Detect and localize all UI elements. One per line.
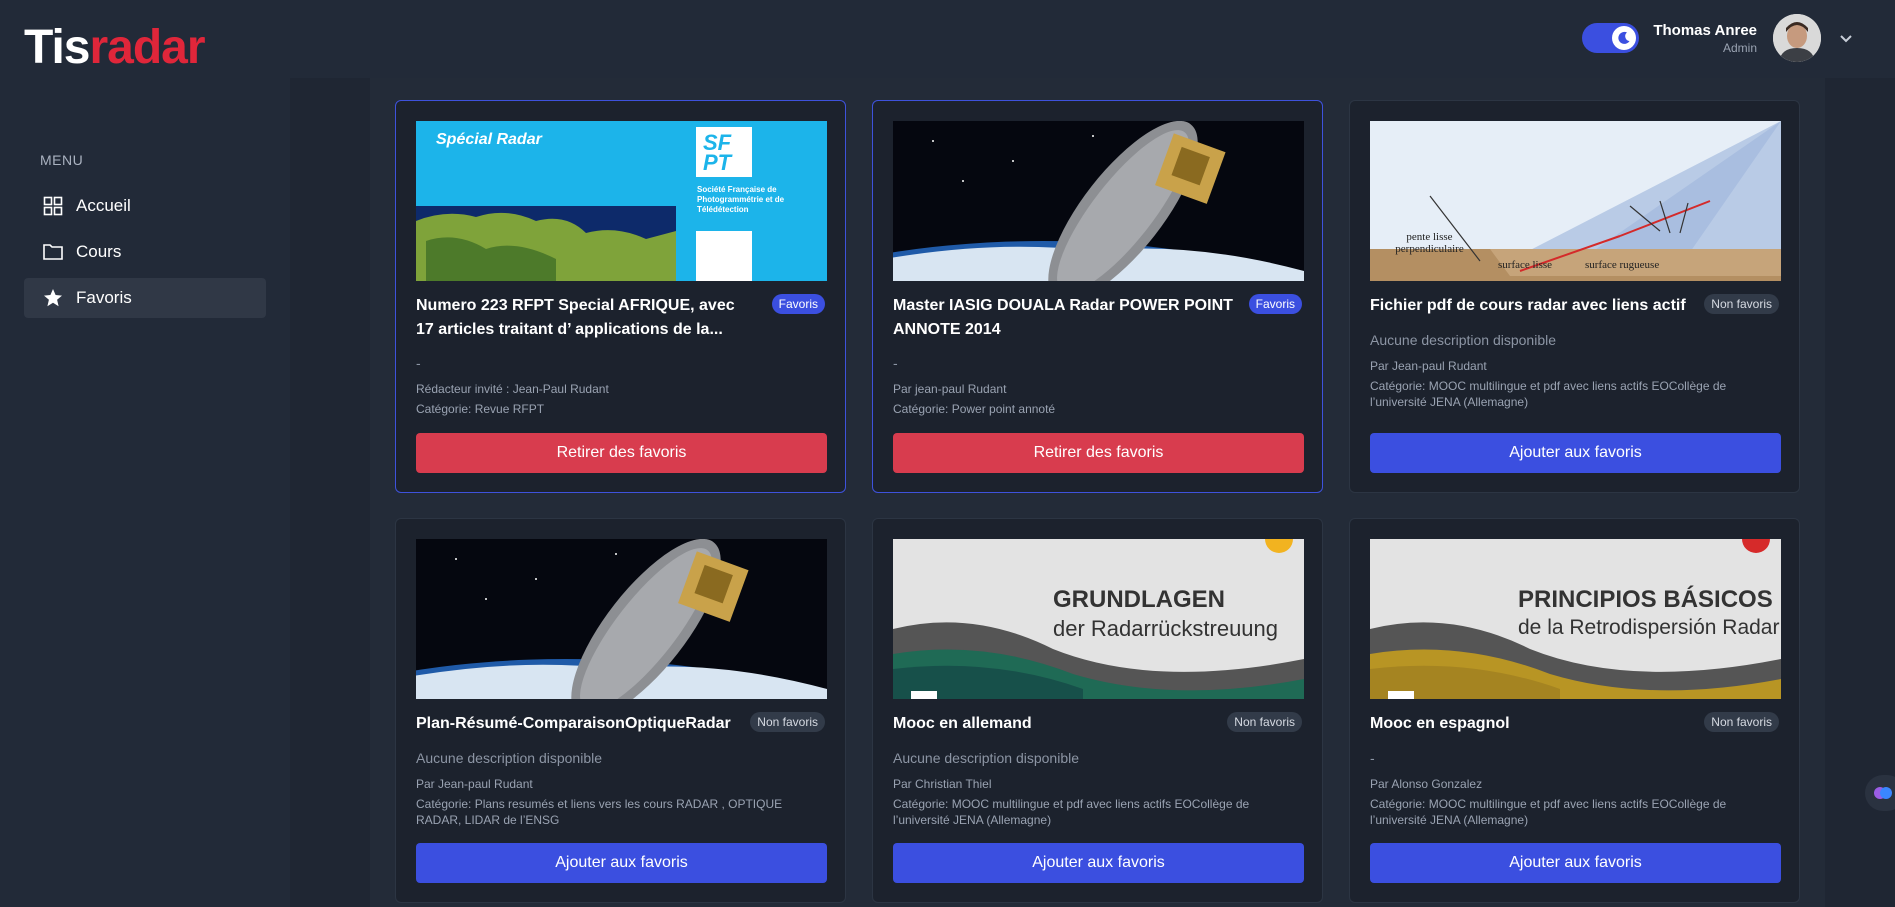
status-badge: Favoris	[1248, 294, 1302, 314]
course-description: -	[1370, 750, 1375, 766]
course-title[interactable]: Mooc en allemand	[893, 712, 1233, 736]
course-description: Aucune description disponible	[893, 750, 1080, 766]
image-caption: pente lisse perpendiculaire	[1395, 231, 1464, 255]
star-icon	[42, 287, 64, 309]
status-badge: Non favoris	[750, 712, 825, 732]
brand-logo[interactable]: Tisradar	[24, 20, 206, 76]
course-title[interactable]: Mooc en espagnol	[1370, 712, 1710, 736]
status-badge: Non favoris	[1227, 712, 1302, 732]
course-category: Catégorie: Plans resumés et liens vers l…	[416, 797, 783, 827]
avatar[interactable]	[1773, 14, 1821, 62]
add-favorite-button[interactable]: Ajouter aux favoris	[1370, 843, 1781, 883]
floating-assistant-button[interactable]	[1865, 775, 1895, 811]
sidebar: MENU Accueil Cours Favoris	[0, 78, 290, 907]
course-card: pente lisse perpendiculaire surface liss…	[1349, 100, 1800, 493]
image-caption: Spécial Radar	[436, 131, 542, 148]
add-favorite-button[interactable]: Ajouter aux favoris	[1370, 433, 1781, 473]
course-description: Aucune description disponible	[416, 750, 603, 766]
add-favorite-button[interactable]: Ajouter aux favoris	[416, 843, 827, 883]
course-author: Rédacteur invité : Jean-Paul Rudant	[416, 382, 609, 396]
brand-logo-part2: radar	[89, 21, 205, 74]
course-thumbnail: PRINCIPIOS BÁSICOS de la Retrodispersión…	[1370, 539, 1781, 699]
course-author: Par Jean-paul Rudant	[1370, 359, 1487, 373]
folder-icon	[42, 241, 64, 263]
course-author: Par Jean-paul Rudant	[416, 777, 533, 791]
course-card: Plan-Résumé-ComparaisonOptiqueRadar Non …	[395, 518, 846, 903]
course-title[interactable]: Fichier pdf de cours radar avec liens ac…	[1370, 294, 1710, 318]
remove-favorite-button[interactable]: Retirer des favoris	[893, 433, 1304, 473]
course-thumbnail: pente lisse perpendiculaire surface liss…	[1370, 121, 1781, 281]
course-card: PRINCIPIOS BÁSICOS de la Retrodispersión…	[1349, 518, 1800, 903]
course-category: Catégorie: MOOC multilingue et pdf avec …	[893, 797, 1250, 827]
course-category: Catégorie: Power point annoté	[893, 402, 1056, 416]
course-thumbnail: Spécial Radar SF PT Société Française de…	[416, 121, 827, 281]
course-description: Aucune description disponible	[1370, 332, 1557, 348]
course-category: Catégorie: MOOC multilingue et pdf avec …	[1370, 379, 1727, 409]
course-title[interactable]: Numero 223 RFPT Special AFRIQUE, avec 17…	[416, 294, 756, 342]
course-title[interactable]: Plan-Résumé-ComparaisonOptiqueRadar	[416, 712, 756, 736]
chevron-down-icon[interactable]	[1838, 30, 1854, 46]
image-subtitle: der Radarrückstreuung	[1053, 616, 1279, 641]
status-badge: Non favoris	[1704, 294, 1779, 314]
menu-label: MENU	[40, 152, 84, 168]
sidebar-item-label: Favoris	[76, 288, 132, 307]
course-thumbnail	[416, 539, 827, 699]
course-card: Spécial Radar SF PT Société Française de…	[395, 100, 846, 493]
course-category: Catégorie: Revue RFPT	[416, 402, 545, 416]
sidebar-item-label: Cours	[76, 242, 122, 261]
brain-icon	[1874, 787, 1892, 799]
remove-favorite-button[interactable]: Retirer des favoris	[416, 433, 827, 473]
brand-logo-part1: Tis	[24, 21, 90, 74]
sidebar-item-label: Accueil	[76, 196, 131, 215]
course-description: -	[893, 355, 898, 371]
course-author: Par Alonso Gonzalez	[1370, 777, 1483, 791]
course-author: Par jean-paul Rudant	[893, 382, 1007, 396]
user-role: Admin	[1722, 41, 1757, 55]
image-caption: surface lisse	[1498, 259, 1553, 271]
image-title: PRINCIPIOS BÁSICOS	[1518, 586, 1773, 613]
add-favorite-button[interactable]: Ajouter aux favoris	[893, 843, 1304, 883]
status-badge: Favoris	[771, 294, 825, 314]
user-name: Thomas Anree	[1653, 22, 1757, 39]
image-caption-small: Société Française de Photogrammétrie et …	[697, 185, 785, 214]
image-subtitle: de la Retrodispersión Radar	[1518, 616, 1780, 639]
course-description: -	[416, 355, 421, 371]
sidebar-item-accueil[interactable]: Accueil	[24, 186, 266, 226]
sidebar-item-favoris[interactable]: Favoris	[24, 278, 266, 318]
course-thumbnail: GRUNDLAGEN der Radarrückstreuung	[893, 539, 1304, 699]
course-author: Par Christian Thiel	[893, 777, 992, 791]
course-category: Catégorie: MOOC multilingue et pdf avec …	[1370, 797, 1727, 827]
sidebar-item-cours[interactable]: Cours	[24, 232, 266, 272]
image-caption: surface rugueuse	[1585, 259, 1660, 271]
top-header: Tisradar Thomas Anree Admin	[0, 0, 1895, 78]
image-title: GRUNDLAGEN	[1053, 586, 1225, 613]
image-logo-text: SF PT	[703, 130, 732, 175]
course-card: GRUNDLAGEN der Radarrückstreuung Mooc en…	[872, 518, 1323, 903]
grid-icon	[42, 195, 64, 217]
course-card: Master IASIG DOUALA Radar POWER POINT AN…	[872, 100, 1323, 493]
course-thumbnail	[893, 121, 1304, 281]
course-title[interactable]: Master IASIG DOUALA Radar POWER POINT AN…	[893, 294, 1233, 342]
status-badge: Non favoris	[1704, 712, 1779, 732]
